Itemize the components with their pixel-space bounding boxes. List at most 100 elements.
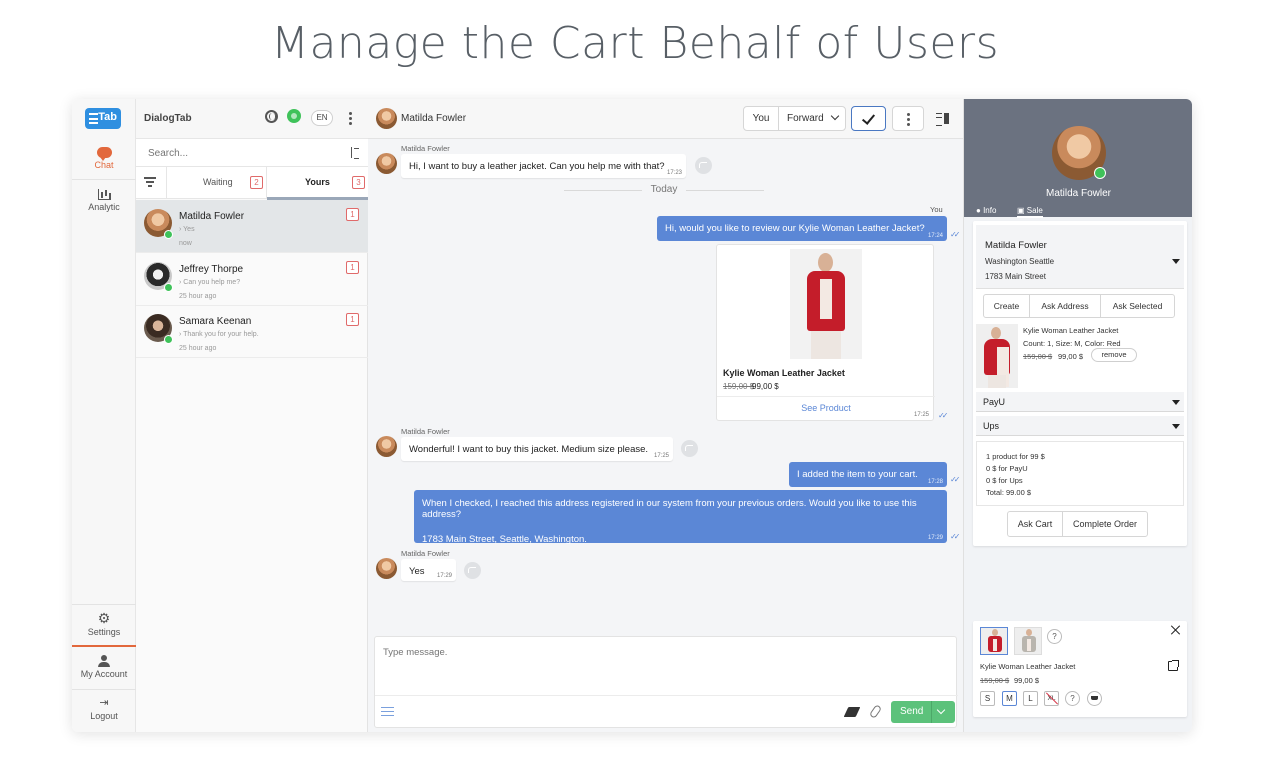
tab-yours[interactable]: Yours 3	[266, 167, 369, 200]
shipping-select[interactable]: Ups	[976, 416, 1184, 436]
external-link-icon[interactable]	[1168, 660, 1179, 671]
unread-count-badge: 1	[346, 313, 359, 326]
sort-icon[interactable]	[350, 147, 360, 159]
message-time: 17:29	[436, 573, 452, 579]
conversation-tabs: Waiting 2 Yours 3	[136, 167, 369, 200]
dropdown-arrow-icon	[1172, 400, 1180, 405]
payment-value: PayU	[983, 397, 1006, 407]
search-row	[136, 139, 368, 167]
size-help-icon[interactable]: ?	[1065, 691, 1080, 706]
forward-dropdown[interactable]: Forward	[779, 107, 845, 130]
globe-icon[interactable]	[265, 110, 278, 123]
message-text: Hi, would you like to review our Kylie W…	[665, 223, 925, 234]
order-summary: 1 product for 99 $ 0 $ for PayU 0 $ for …	[976, 441, 1184, 506]
ask-selected-button[interactable]: Ask Selected	[1101, 295, 1174, 317]
conversation-time: now	[179, 240, 192, 247]
dropdown-arrow-icon	[1172, 259, 1180, 264]
you-label: You	[930, 205, 943, 214]
message-time: 17:23	[666, 170, 682, 176]
incoming-message: Hi, I want to buy a leather jacket. Can …	[401, 154, 686, 178]
size-option-s[interactable]: S	[980, 691, 995, 706]
resolve-check-button[interactable]	[851, 106, 886, 131]
address-street: 1783 Main Street	[985, 272, 1046, 281]
language-selector[interactable]: EN	[311, 110, 333, 126]
assign-you-button[interactable]: You	[744, 107, 779, 130]
reply-icon[interactable]	[464, 562, 481, 579]
nav-analytic[interactable]: Analytic	[72, 189, 136, 212]
eraser-icon[interactable]	[843, 707, 861, 717]
message-text: Wonderful! I want to buy this jacket. Me…	[409, 444, 649, 455]
attachment-icon[interactable]	[868, 704, 883, 719]
message-avatar	[376, 153, 397, 174]
nav-analytic-label: Analytic	[88, 202, 120, 212]
product-image	[790, 249, 862, 359]
conversation-preview: › Yes	[179, 226, 195, 233]
nav-settings-label: Settings	[87, 627, 121, 637]
nav-my-account[interactable]: My Account	[72, 655, 136, 679]
see-product-link[interactable]: See Product	[717, 396, 935, 422]
order-buttons: Ask Cart Complete Order	[1007, 511, 1148, 537]
create-button[interactable]: Create	[984, 295, 1030, 317]
read-ticks-icon: ✓✓	[950, 475, 961, 484]
conversation-preview: › Can you help me?	[179, 279, 241, 286]
more-options-icon[interactable]	[349, 112, 352, 125]
dialogtab-logo: Tab	[85, 108, 121, 129]
conversation-item[interactable]: Jeffrey Thorpe › Can you help me? 25 hou…	[136, 253, 368, 306]
menu-icon[interactable]	[381, 707, 394, 716]
reply-icon[interactable]	[695, 157, 712, 174]
quick-product-title: Kylie Woman Leather Jacket	[980, 662, 1076, 671]
payment-select[interactable]: PayU	[976, 392, 1184, 412]
message-time: 17:24	[927, 233, 943, 239]
product-new-price: 99,00 $	[752, 382, 779, 391]
send-label: Send	[900, 706, 924, 717]
message-composer: Send	[374, 636, 958, 728]
help-icon[interactable]: ?	[1047, 629, 1062, 644]
summary-total: Total: 99.00 $	[986, 488, 1032, 497]
ask-address-button[interactable]: Ask Address	[1030, 295, 1101, 317]
summary-line: 0 $ for Ups	[986, 476, 1023, 485]
whatsapp-badge-icon	[164, 283, 173, 292]
side-panel-toggle-icon[interactable]	[936, 113, 949, 126]
close-icon[interactable]	[1171, 625, 1181, 635]
chevron-down-icon[interactable]	[936, 705, 946, 715]
outgoing-message: Hi, would you like to review our Kylie W…	[657, 216, 947, 241]
nav-chat[interactable]: Chat	[72, 147, 136, 170]
gears-icon: ⚙	[97, 610, 111, 626]
tab-sale[interactable]: ▣ Sale	[1017, 206, 1043, 218]
message-address-text: 1783 Main Street, Seattle, Washington.	[422, 534, 587, 545]
tab-sale-label: Sale	[1026, 206, 1043, 215]
add-to-cart-icon[interactable]	[1087, 691, 1102, 706]
remove-item-button[interactable]: remove	[1091, 348, 1137, 362]
message-sender: Matilda Fowler	[401, 144, 450, 153]
message-input[interactable]	[383, 647, 943, 695]
size-option-l[interactable]: L	[1023, 691, 1038, 706]
size-option-m[interactable]: M	[1002, 691, 1017, 706]
conversation-item[interactable]: Matilda Fowler › Yes now 1	[136, 200, 368, 253]
size-option-xl-unavailable: XL	[1044, 691, 1059, 706]
whatsapp-icon[interactable]	[287, 109, 301, 123]
product-variant-thumb[interactable]	[980, 627, 1008, 655]
whatsapp-badge-icon	[164, 335, 173, 344]
assign-button-group: You Forward	[743, 106, 846, 131]
cart-item-title: Kylie Woman Leather Jacket	[1023, 326, 1119, 335]
complete-order-button[interactable]: Complete Order	[1063, 512, 1147, 536]
chat-header: Matilda Fowler You Forward	[368, 99, 963, 139]
send-button[interactable]: Send	[891, 701, 955, 723]
product-card: Kylie Woman Leather Jacket 159,00 $ 99,0…	[716, 244, 935, 422]
message-time: 17:29	[927, 535, 943, 541]
reply-icon[interactable]	[681, 440, 698, 457]
message-time: 17:25	[653, 453, 669, 459]
ask-cart-button[interactable]: Ask Cart	[1008, 512, 1063, 536]
nav-settings[interactable]: ⚙ Settings	[72, 611, 136, 637]
chat-bubble-icon	[96, 147, 112, 161]
message-text: When I checked, I reached this address r…	[422, 498, 917, 520]
tab-info[interactable]: ● Info	[976, 206, 996, 215]
conversation-item[interactable]: Samara Keenan › Thank you for your help.…	[136, 305, 368, 358]
chat-more-button[interactable]	[892, 106, 924, 131]
product-variant-thumb[interactable]	[1014, 627, 1042, 655]
nav-logout[interactable]: ⇥ Logout	[72, 697, 136, 721]
search-input[interactable]	[148, 144, 338, 162]
tab-waiting[interactable]: Waiting 2	[166, 167, 266, 199]
filter-icon[interactable]	[144, 177, 156, 187]
address-selector[interactable]: Matilda Fowler Washington Seattle 1783 M…	[976, 225, 1184, 289]
